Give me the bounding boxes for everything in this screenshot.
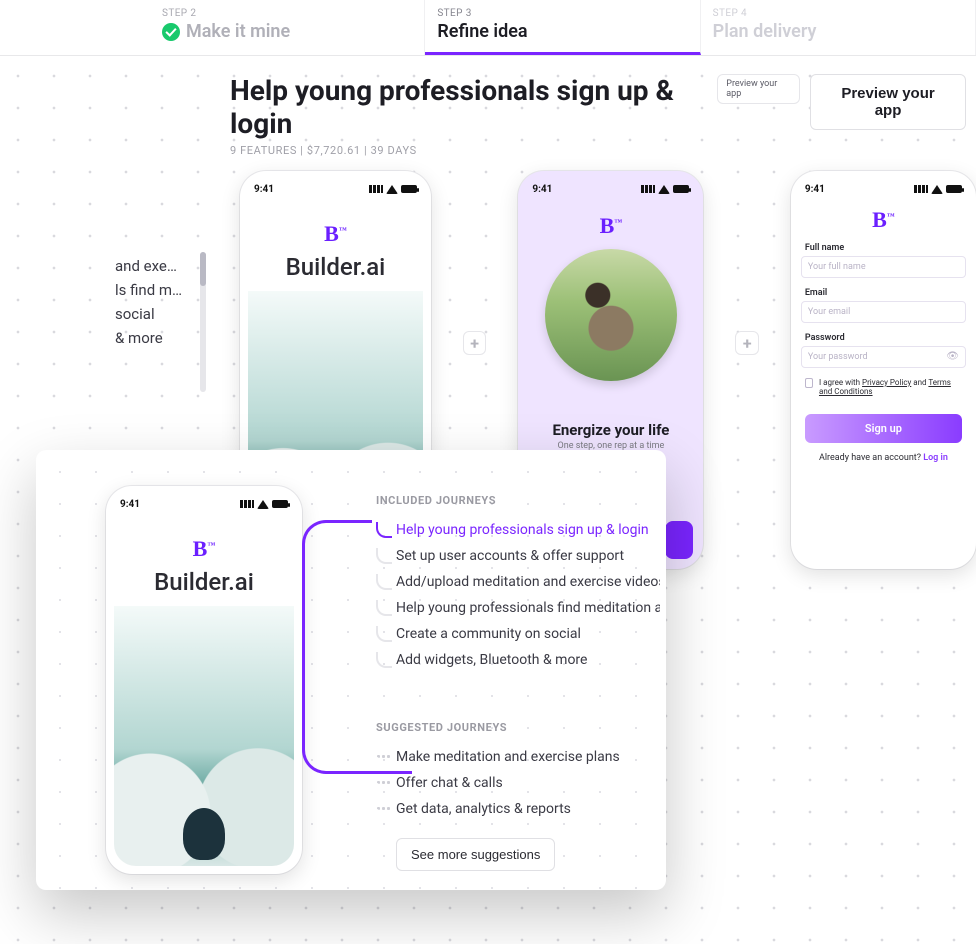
signal-icon — [369, 185, 383, 193]
step-eyebrow: STEP 2 — [162, 8, 412, 19]
battery-icon — [401, 185, 417, 193]
continue-button[interactable] — [665, 521, 693, 559]
step-eyebrow: STEP 4 — [713, 8, 963, 19]
password-placeholder: Your password — [808, 352, 868, 362]
step-2[interactable]: STEP 2 Make it mine — [150, 0, 425, 55]
journey-item[interactable]: Help young professionals find meditation… — [376, 595, 660, 621]
journey-item[interactable]: Get data, analytics & reports — [376, 796, 660, 822]
fullname-label: Full name — [805, 243, 962, 253]
included-heading: INCLUDED JOURNEYS — [376, 494, 660, 507]
signal-icon — [641, 185, 655, 193]
add-screen-button[interactable]: + — [463, 331, 486, 355]
email-label: Email — [805, 288, 962, 298]
wifi-icon — [658, 185, 670, 194]
status-time: 9:41 — [805, 184, 825, 195]
step-title: Refine idea — [437, 21, 527, 42]
phone-signup: 9:41 B™ Full name Your full name Email Y… — [791, 171, 976, 569]
journey-item[interactable]: Add widgets, Bluetooth & more — [376, 647, 660, 673]
agree-row[interactable]: I agree with Privacy Policy and Terms an… — [805, 378, 962, 396]
status-icons — [641, 185, 689, 194]
brand-logo-icon: B™ — [193, 536, 216, 562]
suggested-list: Make meditation and exercise plans Offer… — [376, 744, 660, 822]
agree-checkbox[interactable] — [805, 378, 813, 388]
journey-item[interactable]: Offer chat & calls — [376, 770, 660, 796]
page-title: Help young professionals sign up & login — [230, 74, 717, 140]
connector-line — [302, 664, 412, 774]
step-3[interactable]: STEP 3 Refine idea — [425, 0, 700, 55]
journey-item[interactable]: Add/upload meditation and exercise video… — [376, 569, 660, 595]
step-title: Make it mine — [186, 21, 290, 42]
page-header: Help young professionals sign up & login… — [0, 56, 976, 157]
hero-image — [545, 249, 677, 381]
included-list: Help young professionals sign up & login… — [376, 517, 660, 673]
wifi-icon — [257, 500, 269, 509]
brand-name: Builder.ai — [250, 253, 421, 281]
preview-button[interactable]: Preview your app — [810, 74, 966, 130]
status-time: 9:41 — [120, 499, 140, 510]
battery-icon — [272, 500, 288, 508]
signup-button[interactable]: Sign up — [805, 414, 962, 443]
login-line: Already have an account? Log in — [801, 453, 966, 463]
status-icons — [240, 500, 288, 509]
login-link[interactable]: Log in — [923, 453, 948, 463]
battery-icon — [673, 185, 689, 193]
suggested-heading: SUGGESTED JOURNEYS — [376, 721, 660, 734]
brand-name: Builder.ai — [116, 568, 292, 596]
email-input[interactable]: Your email — [801, 301, 966, 323]
battery-icon — [946, 185, 962, 193]
agree-text: I agree with Privacy Policy and Terms an… — [819, 378, 962, 396]
wifi-icon — [931, 185, 943, 194]
preview-pill[interactable]: Preview your app — [717, 74, 800, 104]
journey-item[interactable]: Help young professionals sign up & login — [376, 517, 660, 543]
password-input[interactable]: Your password 👁 — [801, 346, 966, 368]
signal-icon — [240, 500, 254, 508]
stepper: STEP 2 Make it mine STEP 3 Refine idea S… — [0, 0, 976, 56]
journeys-panel: INCLUDED JOURNEYS Help young professiona… — [376, 494, 666, 871]
status-icons — [369, 185, 417, 194]
phone-splash-card: 9:41 B™ Builder.ai — [106, 486, 302, 874]
brand-logo-icon: B™ — [600, 213, 623, 239]
brand-logo-icon: B™ — [872, 207, 895, 233]
eye-icon[interactable]: 👁 — [946, 351, 959, 362]
journey-item[interactable]: Make meditation and exercise plans — [376, 744, 660, 770]
wifi-icon — [386, 185, 398, 194]
signal-icon — [914, 185, 928, 193]
status-icons — [914, 185, 962, 194]
status-time: 9:41 — [532, 184, 552, 195]
step-4[interactable]: STEP 4 Plan delivery — [701, 0, 976, 55]
add-screen-button[interactable]: + — [735, 331, 758, 355]
step-title: Plan delivery — [713, 21, 817, 42]
password-label: Password — [805, 333, 962, 343]
check-icon — [162, 23, 180, 41]
splash-illustration — [114, 606, 294, 866]
journey-item[interactable]: Set up user accounts & offer support — [376, 543, 660, 569]
welcome-title: Energize your life — [528, 421, 693, 439]
fullname-input[interactable]: Your full name — [801, 256, 966, 278]
journeys-card: 9:41 B™ Builder.ai INCLUDED JOURNEYS Hel… — [36, 450, 666, 890]
step-eyebrow: STEP 3 — [437, 8, 687, 19]
page-subtitle: 9 FEATURES | $7,720.61 | 39 DAYS — [230, 144, 717, 157]
see-more-button[interactable]: See more suggestions — [396, 838, 555, 871]
privacy-link[interactable]: Privacy Policy — [862, 378, 911, 387]
status-time: 9:41 — [254, 184, 274, 195]
journey-item[interactable]: Create a community on social — [376, 621, 660, 647]
brand-logo-icon: B™ — [324, 221, 347, 247]
connector-line — [302, 520, 372, 666]
